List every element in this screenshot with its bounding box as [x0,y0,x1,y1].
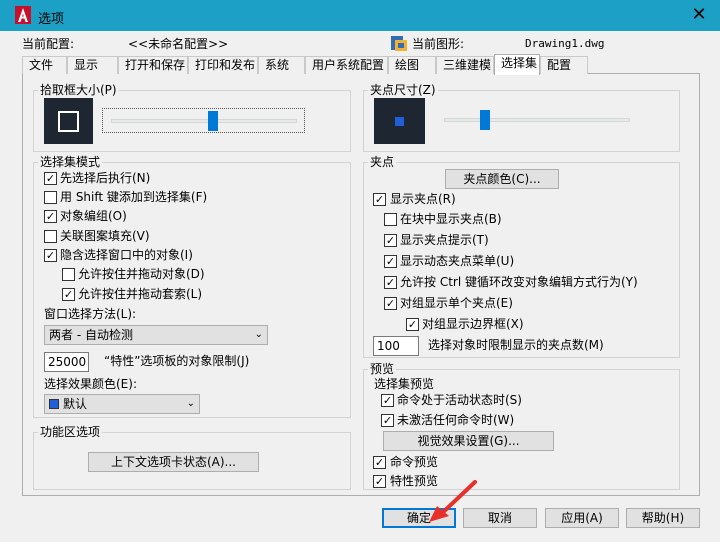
current-drawing-value: Drawing1.dwg [525,37,605,50]
visual-effect-settings-button[interactable]: 视觉效果设置(G)... [383,431,554,451]
grip-size-slider-thumb[interactable] [479,110,490,130]
pickbox-slider-thumb[interactable] [208,111,219,131]
drawing-file-icon [391,36,407,51]
grip-colors-button[interactable]: 夹点颜色(C)... [445,169,559,189]
object-limit-input[interactable]: 25000 [44,352,89,372]
ctrl-cycling-label: 允许按 Ctrl 键循环改变对象编辑方式行为(Y) [400,275,638,289]
dynamic-grip-menu-label: 显示动态夹点菜单(U) [400,254,515,268]
grip-size-preview [374,98,425,144]
tab-drafting[interactable]: 绘图 [388,56,436,74]
grip-tips-checkbox[interactable]: ✓ [384,234,397,247]
implied-window-label: 隐含选择窗口中的对象(I) [60,248,193,262]
grip-size-label: 夹点尺寸(Z) [368,83,438,97]
bounding-box-groups-label: 对组显示边界框(X) [422,317,524,331]
tab-system[interactable]: 系统 [258,56,305,74]
tab-selection[interactable]: 选择集 [494,54,540,75]
help-button[interactable]: 帮助(H) [626,508,700,528]
grip-tips-label: 显示夹点提示(T) [400,233,489,247]
tab-files[interactable]: 文件 [22,56,67,74]
property-preview-checkbox[interactable]: ✓ [373,475,386,488]
tab-display[interactable]: 显示 [67,56,118,74]
object-grouping-checkbox[interactable]: ✓ [44,210,57,223]
object-grouping-label: 对象编组(O) [60,209,127,223]
window-title: 选项 [38,12,65,27]
window-method-label: 窗口选择方法(L): [44,307,137,321]
single-grip-groups-checkbox[interactable]: ✓ [384,297,397,310]
press-drag-lasso-label: 允许按住并拖动套索(L) [78,287,203,301]
current-profile-value: <<未命名配置>> [128,37,229,51]
chevron-down-icon: ⌄ [254,329,263,340]
red-arrow-annotation [429,480,477,522]
effect-color-label: 选择效果颜色(E): [44,377,137,391]
show-grips-label: 显示夹点(R) [390,192,456,206]
tab-open-save[interactable]: 打开和保存 [118,56,188,74]
object-limit-label: “特性”选项板的对象限制(J) [104,354,250,368]
chevron-down-icon: ⌄ [186,398,195,409]
grip-size-slider-track [444,118,630,122]
grips-in-blocks-checkbox[interactable] [384,213,397,226]
bounding-box-groups-checkbox[interactable]: ✓ [406,318,419,331]
pickbox-slider-track [111,119,297,123]
press-drag-object-checkbox[interactable] [62,268,75,281]
title-bar [0,0,720,31]
command-preview-checkbox[interactable]: ✓ [373,456,386,469]
ribbon-options-label: 功能区选项 [38,425,103,439]
associative-hatch-label: 关联图案填充(V) [60,229,150,243]
ctrl-cycling-checkbox[interactable]: ✓ [384,276,397,289]
tab-plot-publish[interactable]: 打印和发布 [188,56,258,74]
effect-color-value: 默认 [63,397,88,411]
color-swatch [49,399,59,409]
tab-user-preferences[interactable]: 用户系统配置 [305,56,388,74]
pickbox-slider[interactable] [102,108,305,133]
grips-in-blocks-label: 在块中显示夹点(B) [400,212,502,226]
window-method-select[interactable]: 两者 - 自动检测 ⌄ [44,325,268,345]
tab-3d-modeling[interactable]: 三维建模 [436,56,494,74]
current-profile-label: 当前配置: [22,37,75,51]
press-drag-lasso-checkbox[interactable]: ✓ [62,288,75,301]
preview-active-command-checkbox[interactable]: ✓ [381,394,394,407]
selection-preview-label: 选择集预览 [374,377,435,391]
contextual-tab-states-button[interactable]: 上下文选项卡状态(A)... [88,452,259,472]
shift-add-checkbox[interactable] [44,191,57,204]
effect-color-select[interactable]: 默认 ⌄ [44,394,200,414]
window-method-value: 两者 - 自动检测 [49,328,133,342]
press-drag-object-label: 允许按住并拖动对象(D) [78,267,205,281]
preselect-label: 先选择后执行(N) [60,171,151,185]
preview-active-command-label: 命令处于活动状态时(S) [397,393,522,407]
command-preview-label: 命令预览 [390,455,439,469]
grip-limit-label: 选择对象时限制显示的夹点数(M) [428,338,604,352]
dynamic-grip-menu-checkbox[interactable]: ✓ [384,255,397,268]
single-grip-groups-label: 对组显示单个夹点(E) [400,296,513,310]
preview-no-command-checkbox[interactable]: ✓ [381,414,394,427]
preview-no-command-label: 未激活任何命令时(W) [397,413,515,427]
selection-modes-label: 选择集模式 [38,155,103,169]
close-icon[interactable]: ✕ [688,4,710,26]
shift-add-label: 用 Shift 键添加到选择集(F) [60,190,208,204]
current-drawing-label: 当前图形: [412,37,465,51]
preselect-checkbox[interactable]: ✓ [44,172,57,185]
autocad-logo-icon [15,6,31,24]
associative-hatch-checkbox[interactable] [44,230,57,243]
grip-limit-input[interactable]: 100 [373,336,419,356]
tab-profiles[interactable]: 配置 [540,56,588,74]
pickbox-label: 拾取框大小(P) [38,83,119,97]
preview-label: 预览 [368,362,397,376]
pickbox-square [58,111,79,132]
grip-square [395,117,404,126]
pickbox-preview [44,98,93,144]
show-grips-checkbox[interactable]: ✓ [373,193,386,206]
apply-button[interactable]: 应用(A) [545,508,619,528]
implied-window-checkbox[interactable]: ✓ [44,249,57,262]
grip-size-slider[interactable] [438,108,634,133]
grips-label: 夹点 [368,155,397,169]
